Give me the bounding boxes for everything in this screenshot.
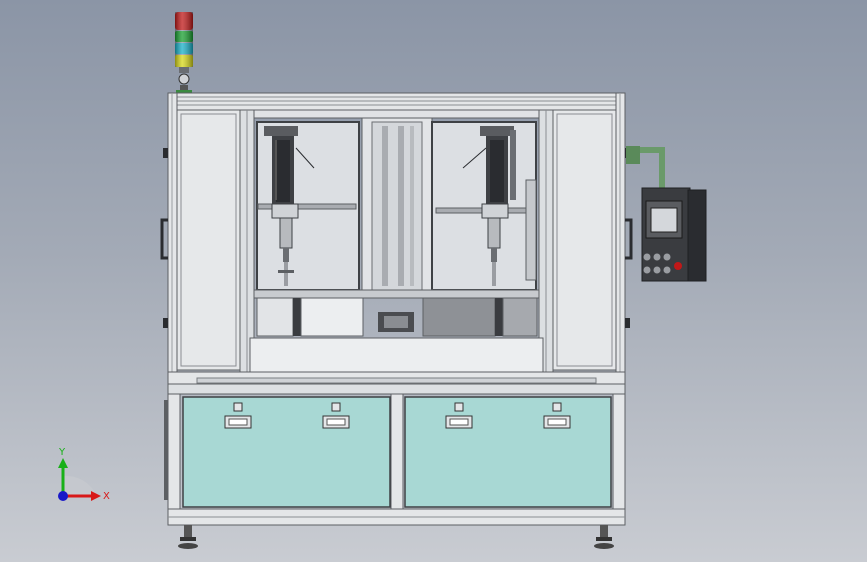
control-cabinet bbox=[626, 146, 707, 282]
right-drawer[interactable] bbox=[404, 396, 612, 508]
left-side-panel bbox=[176, 109, 241, 371]
right-side-panel bbox=[552, 109, 617, 371]
leveling-feet bbox=[178, 525, 614, 549]
work-surface bbox=[253, 289, 540, 299]
table-apron bbox=[167, 383, 626, 395]
stack-light-tower bbox=[175, 12, 193, 93]
cad-viewport[interactable]: Y X bbox=[0, 0, 867, 562]
y-axis-label: Y bbox=[58, 447, 66, 458]
front-base-panel bbox=[249, 337, 544, 373]
z-axis-marker bbox=[58, 491, 68, 501]
coordinate-triad: Y X bbox=[58, 447, 110, 502]
x-axis-label: X bbox=[103, 491, 110, 502]
left-drawer[interactable] bbox=[182, 396, 391, 508]
emergency-stop-button bbox=[674, 262, 682, 270]
